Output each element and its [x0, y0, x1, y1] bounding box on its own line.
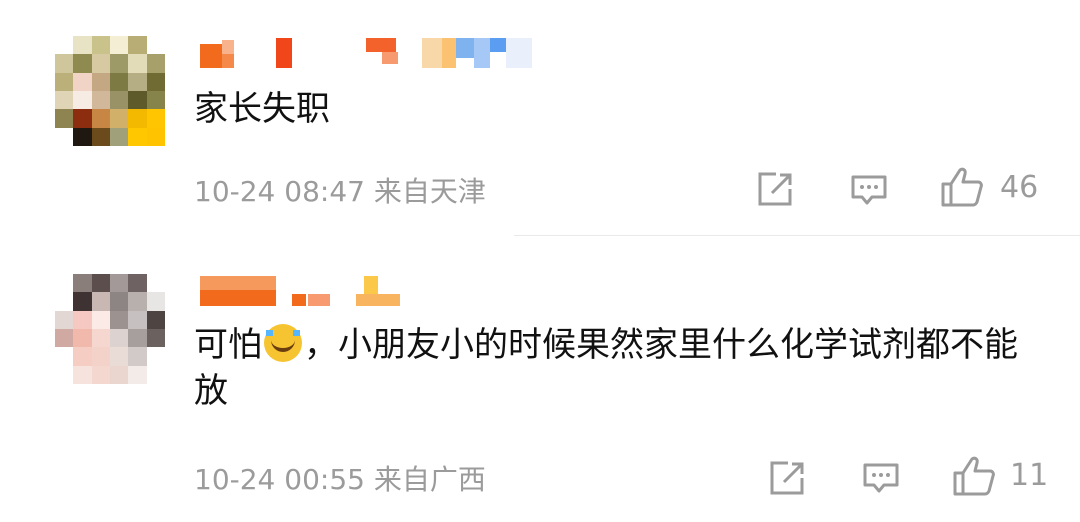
comment-text: 可怕 ，小朋友小的时候果然家里什么化学试剂都不能放: [194, 322, 1044, 414]
like-icon[interactable]: [952, 455, 996, 497]
comment-text: 家长失职: [194, 89, 330, 129]
comment-time: 10-24 08:47: [194, 175, 365, 208]
comment-location: 来自天津: [373, 175, 486, 208]
laughing-crying-emoji-icon: [264, 324, 302, 362]
comment-meta: 10-24 00:55 来自广西: [194, 458, 486, 498]
comment-meta: 10-24 08:47 来自天津: [194, 170, 486, 210]
username-censored[interactable]: [196, 34, 536, 72]
share-icon[interactable]: [756, 171, 794, 207]
like-count: 46: [1000, 170, 1039, 205]
username-censored[interactable]: [196, 272, 416, 310]
comment-text-part-2: ，小朋友小的时候果然家里什么化学试剂都不能放: [194, 325, 1018, 411]
reply-icon[interactable]: [862, 462, 900, 494]
like-icon[interactable]: [940, 166, 984, 208]
like-count: 11: [1010, 458, 1049, 493]
comment-2: 可怕 ，小朋友小的时候果然家里什么化学试剂都不能放 10-24 00:55 来自广…: [0, 236, 1080, 522]
comment-location: 来自广西: [373, 463, 486, 496]
comment-1: 家长失职 10-24 08:47 来自天津 46: [0, 0, 1080, 236]
comment-text-part-1: 可怕: [194, 325, 262, 365]
avatar-pixelated[interactable]: [55, 36, 165, 146]
share-icon[interactable]: [768, 460, 806, 496]
reply-icon[interactable]: [850, 174, 888, 206]
avatar-pixelated[interactable]: [55, 274, 165, 384]
comment-time: 10-24 00:55: [194, 463, 365, 496]
